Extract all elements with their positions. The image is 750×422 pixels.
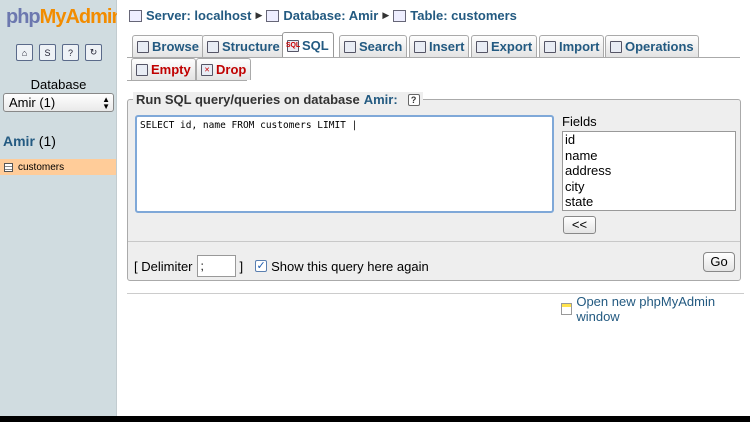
field-option[interactable]: address (563, 163, 735, 179)
tab-label: Operations (625, 39, 694, 54)
delimiter-input[interactable]: ; (196, 255, 236, 277)
tab-label: Browse (152, 39, 199, 54)
new-window-icon (561, 303, 573, 315)
sidebar-table-customers[interactable]: customers (0, 159, 116, 175)
home-icon[interactable]: ⌂ (16, 44, 33, 61)
help-icon[interactable]: ? (407, 93, 420, 106)
database-select-value: Amir (1) (9, 95, 56, 110)
tab-search[interactable]: Search (339, 35, 408, 57)
sql-legend-database[interactable]: Amir: (364, 92, 398, 107)
operations-icon (610, 40, 622, 53)
breadcrumb-table[interactable]: Table: customers (410, 8, 517, 23)
field-option[interactable]: id (563, 132, 735, 148)
nav-icon-bar: ⌂ S ? ↻ (16, 44, 102, 61)
breadcrumb: Server: localhost ▶ Database: Amir ▶ Tab… (129, 8, 517, 23)
tab-operations[interactable]: Operations (605, 35, 699, 57)
insert-field-button[interactable]: << (563, 216, 596, 234)
sql-query-fieldset: Run SQL query/queries on database Amir: … (127, 92, 741, 281)
tab-browse[interactable]: Browse (132, 35, 204, 57)
breadcrumb-server[interactable]: Server: localhost (146, 8, 252, 23)
logo-php: php (6, 6, 41, 28)
tab-divider (127, 80, 247, 81)
table-icon (4, 162, 13, 172)
show-query-label[interactable]: Show this query here again (271, 259, 429, 274)
tab-label: Insert (429, 39, 465, 54)
tab-label: Empty (151, 62, 191, 77)
reload-icon[interactable]: ↻ (85, 44, 102, 61)
logo-my: My (39, 6, 67, 28)
sidebar-table-label: customers (18, 161, 65, 173)
insert-icon (414, 40, 426, 53)
database-table-count: (1) (38, 133, 56, 149)
tab-label: Structure (222, 39, 280, 54)
tab-empty[interactable]: Empty (131, 58, 196, 80)
docs-icon[interactable]: ? (62, 44, 79, 61)
delimiter-label-close: ] (239, 258, 244, 274)
phpmyadmin-logo[interactable]: phpMyAdmin (6, 6, 124, 29)
search-icon (344, 40, 356, 53)
sql-legend: Run SQL query/queries on database Amir: … (133, 92, 423, 107)
show-query-checkbox[interactable]: ✓ (255, 260, 268, 272)
fieldset-divider (128, 241, 740, 242)
sql-query-icon[interactable]: S (39, 44, 56, 61)
main-panel: Server: localhost ▶ Database: Amir ▶ Tab… (117, 0, 750, 416)
database-link[interactable]: Amir (1) (3, 133, 56, 149)
field-option[interactable]: state (563, 194, 735, 210)
tab-label: Import (559, 39, 600, 54)
tab-label: SQL (302, 38, 329, 53)
server-icon (129, 9, 142, 22)
breadcrumb-arrow-icon: ▶ (382, 10, 390, 20)
browse-icon (137, 40, 149, 53)
sql-query-textarea[interactable]: SELECT id, name FROM customers LIMIT | (135, 115, 554, 213)
field-option[interactable]: city (563, 179, 735, 195)
sql-legend-text: Run SQL query/queries on database (136, 92, 360, 107)
database-label: Database (30, 77, 87, 92)
drop-icon: ✕ (201, 63, 213, 76)
left-navigation: phpMyAdmin ⌂ S ? ↻ Database Amir (1) ▲ ▼ … (0, 0, 124, 416)
logo-admin: Admin (65, 6, 123, 28)
new-window-link[interactable]: Open new phpMyAdmin window (561, 294, 750, 324)
tab-label: Search (359, 39, 403, 54)
tab-structure[interactable]: Structure (202, 35, 285, 57)
fields-label: Fields (562, 114, 597, 129)
breadcrumb-arrow-icon: ▶ (255, 10, 263, 20)
import-icon (544, 40, 556, 53)
sql-icon: SQL (286, 39, 300, 52)
app-window: phpMyAdmin ⌂ S ? ↻ Database Amir (1) ▲ ▼ … (0, 0, 750, 416)
go-button[interactable]: Go (703, 252, 735, 272)
database-icon (266, 9, 280, 22)
database-select[interactable]: Amir (1) ▲ ▼ (3, 93, 114, 112)
tab-drop[interactable]: ✕ Drop (196, 58, 252, 80)
table-icon (393, 9, 407, 22)
export-icon (476, 40, 488, 53)
breadcrumb-database[interactable]: Database: Amir (283, 8, 378, 23)
tab-label: Drop (216, 62, 247, 77)
delimiter-row: [ Delimiter ; ] ✓ Show this query here a… (134, 255, 429, 277)
select-arrows-icon: ▲ ▼ (102, 95, 110, 111)
new-window-label: Open new phpMyAdmin window (576, 294, 716, 324)
tab-export[interactable]: Export (471, 35, 538, 57)
tab-label: Export (491, 39, 533, 54)
database-name: Amir (3, 133, 35, 149)
empty-icon (136, 63, 148, 76)
fields-listbox[interactable]: id name address city state (562, 131, 736, 211)
field-option[interactable]: name (563, 148, 735, 164)
delimiter-label-open: [ Delimiter (134, 258, 193, 274)
tab-insert[interactable]: Insert (409, 35, 470, 57)
tab-import[interactable]: Import (539, 35, 605, 57)
tab-sql[interactable]: SQL SQL (282, 32, 334, 58)
structure-icon (207, 40, 219, 53)
